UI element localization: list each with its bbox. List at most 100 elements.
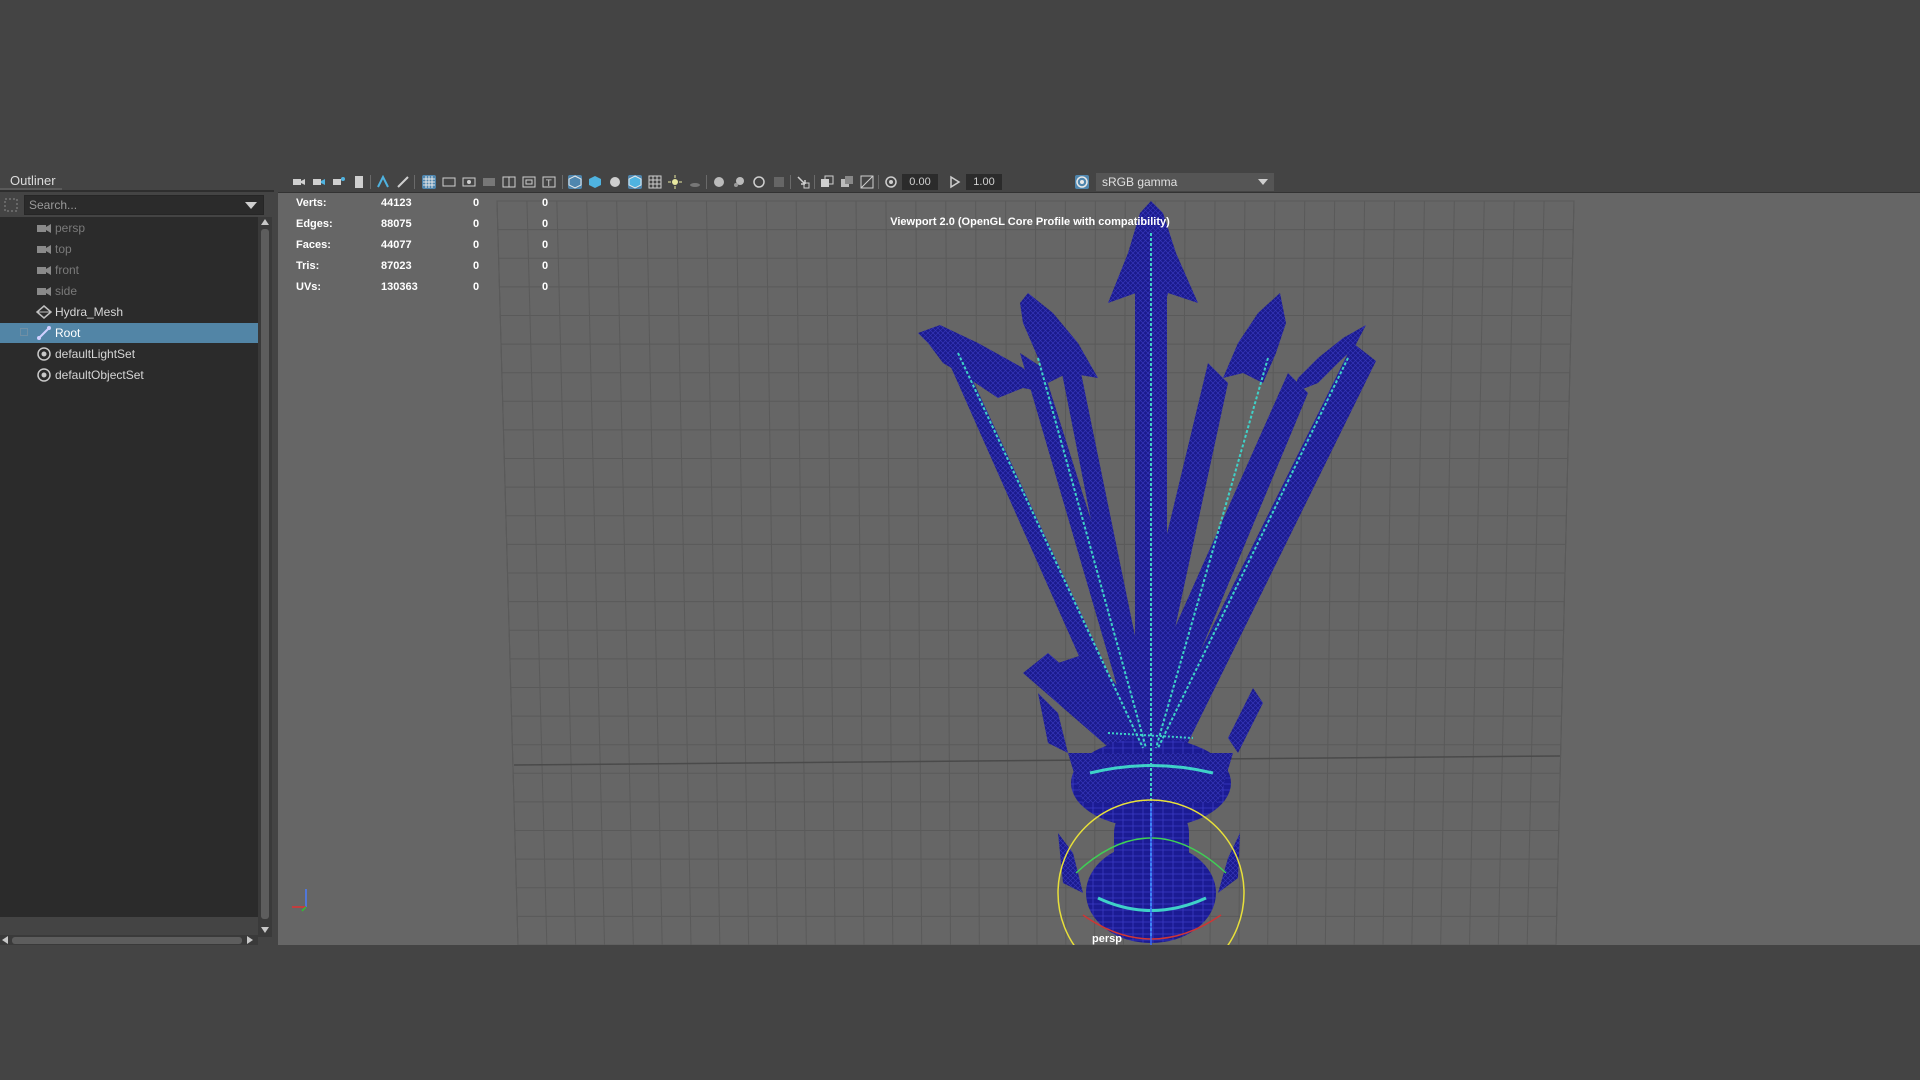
toolbar-separator <box>878 175 879 189</box>
exposure-icon[interactable] <box>884 175 898 189</box>
camera-attributes-icon[interactable] <box>312 175 326 189</box>
outliner-item-side[interactable]: side <box>0 281 258 301</box>
outliner-item-label: defaultObjectSet <box>55 368 144 382</box>
gamma-icon[interactable] <box>948 175 962 189</box>
svg-text:T: T <box>545 179 552 189</box>
outliner-item-top[interactable]: top <box>0 239 258 259</box>
gate-mask-icon[interactable] <box>482 175 496 189</box>
set-icon <box>37 368 51 382</box>
outliner-item-front[interactable]: front <box>0 260 258 280</box>
search-input[interactable] <box>29 197 239 213</box>
outliner-item-default-light-set[interactable]: defaultLightSet <box>0 344 258 364</box>
outliner-panel: Outliner persp top front side <box>0 170 274 945</box>
toolbar-separator <box>414 175 415 189</box>
motion-blur-icon[interactable] <box>732 175 746 189</box>
isolate-select-icon[interactable] <box>796 175 810 189</box>
outliner-vertical-scrollbar[interactable] <box>258 217 272 937</box>
outliner-title[interactable]: Outliner <box>10 173 56 188</box>
toolbar-separator <box>706 175 707 189</box>
select-camera-icon[interactable] <box>292 175 306 189</box>
camera-icon <box>37 245 51 254</box>
xray-components-icon[interactable] <box>860 175 874 189</box>
expand-icon[interactable] <box>20 328 28 336</box>
hud-label: Edges: <box>296 218 333 230</box>
outliner-item-persp[interactable]: persp <box>0 218 258 238</box>
hud-label: Faces: <box>296 239 331 251</box>
bookmark-camera-icon[interactable] <box>332 175 346 189</box>
hud-label: Verts: <box>296 197 327 209</box>
exposure-field[interactable]: 0.00 <box>902 174 938 190</box>
hud-row-uvs: UVs: 130363 0 0 <box>296 281 556 299</box>
hud-value: 87023 <box>381 260 412 272</box>
outliner-tree: persp top front side Hydra_Mesh Root def… <box>0 217 258 917</box>
scene-view[interactable] <box>278 193 1920 945</box>
viewport-panel: T 0.00 1.00 sRGB gamma Verts: 44123 0 0 … <box>278 172 1920 945</box>
xray-joints-icon[interactable] <box>840 175 854 189</box>
hud-value: 44123 <box>381 197 412 209</box>
scroll-right-icon[interactable] <box>247 936 253 944</box>
hud-label: UVs: <box>296 281 322 293</box>
outliner-item-hydra-mesh[interactable]: Hydra_Mesh <box>0 302 258 322</box>
resolution-gate-icon[interactable] <box>462 175 476 189</box>
grid-icon[interactable] <box>422 175 436 189</box>
toolbar-separator <box>562 175 563 189</box>
scrollbar-thumb[interactable] <box>261 229 269 919</box>
safe-action-icon[interactable] <box>522 175 536 189</box>
color-management-icon[interactable] <box>1075 175 1089 189</box>
axis-gizmo-icon <box>292 889 307 912</box>
hud-component: 0 <box>542 260 549 272</box>
gamma-field[interactable]: 1.00 <box>966 174 1002 190</box>
scroll-left-icon[interactable] <box>2 936 8 944</box>
hud-selected: 0 <box>473 218 480 230</box>
textured-icon[interactable] <box>648 175 662 189</box>
outliner-item-root[interactable]: Root <box>0 323 258 343</box>
xray-icon[interactable] <box>820 175 834 189</box>
outliner-horizontal-scrollbar[interactable] <box>0 935 258 945</box>
wireframe-on-shaded-icon[interactable] <box>628 175 642 189</box>
wireframe-icon[interactable] <box>568 175 582 189</box>
hud-component: 0 <box>542 218 549 230</box>
mesh-icon <box>36 305 52 319</box>
hud-row-faces: Faces: 44077 0 0 <box>296 239 556 257</box>
camera-name-label: persp <box>1092 933 1122 945</box>
outliner-item-default-object-set[interactable]: defaultObjectSet <box>0 365 258 385</box>
toolbar-separator <box>370 175 371 189</box>
anti-aliasing-icon[interactable] <box>752 175 766 189</box>
chevron-down-icon[interactable] <box>1258 179 1268 185</box>
image-plane-icon[interactable] <box>352 175 366 189</box>
outliner-item-label: top <box>55 242 72 256</box>
grease-pencil-icon[interactable] <box>396 175 410 189</box>
hud-label: Tris: <box>296 260 320 272</box>
scroll-up-icon[interactable] <box>261 219 269 225</box>
filter-icon[interactable] <box>4 197 18 213</box>
scroll-down-icon[interactable] <box>261 927 269 933</box>
field-chart-icon[interactable] <box>502 175 516 189</box>
camera-icon <box>37 224 51 233</box>
hud-component: 0 <box>542 239 549 251</box>
hud-row-verts: Verts: 44123 0 0 <box>296 197 556 215</box>
depth-of-field-icon[interactable] <box>772 175 786 189</box>
outliner-search-box[interactable] <box>24 195 264 215</box>
color-space-dropdown[interactable]: sRGB gamma <box>1096 173 1274 191</box>
scrollbar-thumb[interactable] <box>12 937 242 944</box>
hud-selected: 0 <box>473 281 480 293</box>
viewport-canvas[interactable]: Verts: 44123 0 0 Edges: 88075 0 0 Faces:… <box>278 193 1920 945</box>
color-space-label: sRGB gamma <box>1102 175 1178 189</box>
hud-value: 130363 <box>381 281 418 293</box>
smooth-shade-icon[interactable] <box>588 175 602 189</box>
safe-title-icon[interactable]: T <box>542 175 556 189</box>
hud-component: 0 <box>542 197 549 209</box>
viewport-toolbar: T 0.00 1.00 sRGB gamma <box>278 172 1920 193</box>
chevron-down-icon[interactable] <box>245 202 257 209</box>
toolbar-separator <box>790 175 791 189</box>
shadows-icon[interactable] <box>688 175 702 189</box>
outliner-item-label: front <box>55 263 80 277</box>
default-material-icon[interactable] <box>608 175 622 189</box>
2d-pan-zoom-icon[interactable] <box>376 175 390 189</box>
outliner-item-label: defaultLightSet <box>55 347 136 361</box>
joint-icon <box>37 326 51 340</box>
film-gate-icon[interactable] <box>442 175 456 189</box>
hud-row-tris: Tris: 87023 0 0 <box>296 260 556 278</box>
use-all-lights-icon[interactable] <box>668 175 682 189</box>
ambient-occlusion-icon[interactable] <box>712 175 726 189</box>
